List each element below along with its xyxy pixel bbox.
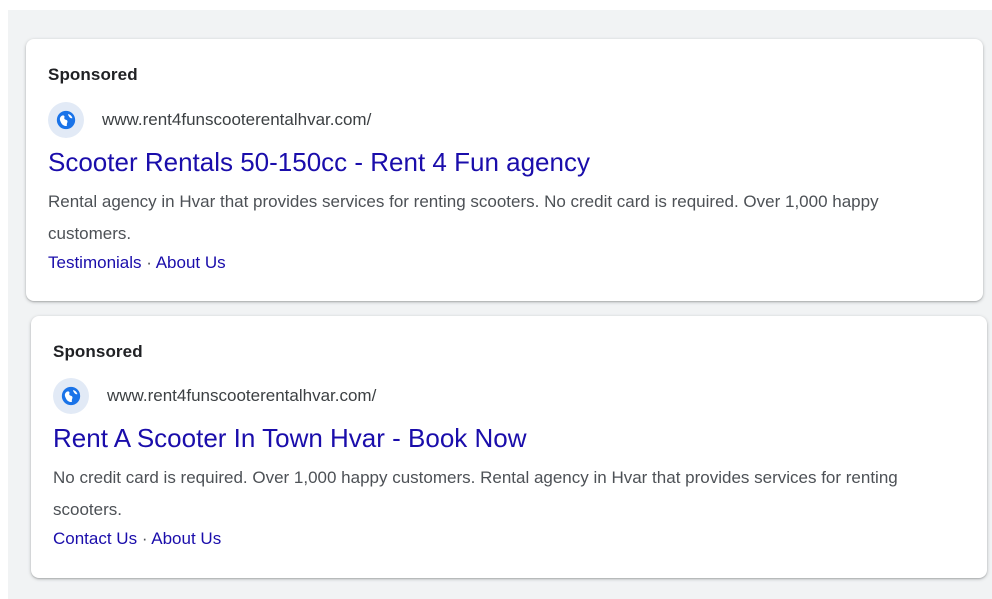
sitelink-separator: · [137,529,152,548]
sponsored-label: Sponsored [48,65,138,84]
ad-display-url[interactable]: www.rent4funscooterentalhvar.com/ [107,386,376,406]
sitelink-about-us[interactable]: About Us [151,529,221,548]
globe-icon [53,378,89,414]
ad-sitelinks: Contact Us · About Us [53,529,221,549]
ad-description: No credit card is required. Over 1,000 h… [53,468,898,519]
sitelink-contact-us[interactable]: Contact Us [53,529,137,548]
ad-url-row[interactable]: www.rent4funscooterentalhvar.com/ [48,102,371,138]
sponsored-ad-card: Sponsored www.rent4funscooterentalhvar.c… [26,39,983,301]
globe-icon [48,102,84,138]
sponsored-label: Sponsored [53,342,143,361]
sitelink-about-us[interactable]: About Us [156,253,226,272]
sitelink-testimonials[interactable]: Testimonials [48,253,142,272]
sponsored-ad-card: Sponsored www.rent4funscooterentalhvar.c… [31,316,987,578]
ad-display-url[interactable]: www.rent4funscooterentalhvar.com/ [102,110,371,130]
sitelink-separator: · [141,253,156,272]
ad-url-row[interactable]: www.rent4funscooterentalhvar.com/ [53,378,376,414]
ad-sitelinks: Testimonials · About Us [48,253,226,273]
ad-description: Rental agency in Hvar that provides serv… [48,192,879,243]
ad-title-link[interactable]: Rent A Scooter In Town Hvar - Book Now [53,423,527,454]
ad-title-link[interactable]: Scooter Rentals 50-150cc - Rent 4 Fun ag… [48,147,590,178]
